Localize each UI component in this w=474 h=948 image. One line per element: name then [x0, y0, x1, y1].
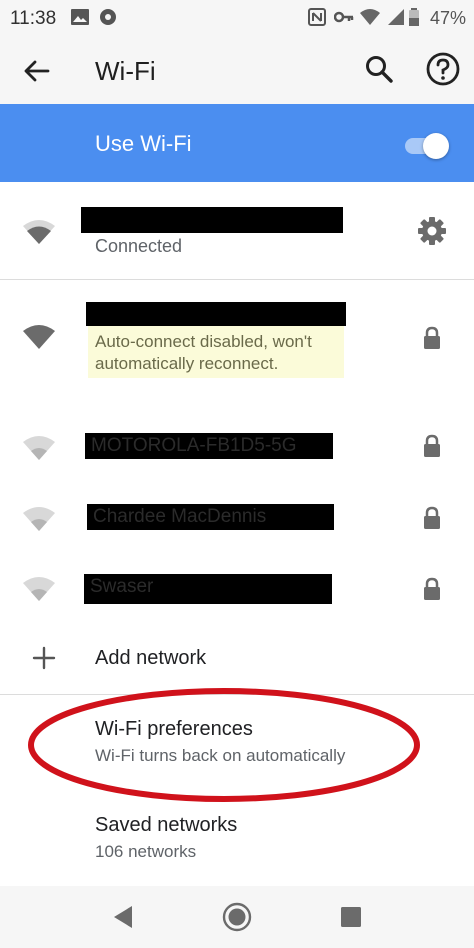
saved-networks-title: Saved networks — [95, 814, 238, 836]
gear-icon[interactable] — [416, 215, 448, 247]
network-name: MOTOROLA-FB1D5-5G — [91, 435, 297, 456]
wifi-signal-icon — [23, 507, 55, 531]
status-bar: 11:38 47% — [0, 0, 474, 36]
nfc-icon — [308, 8, 326, 26]
image-icon — [71, 9, 89, 25]
lock-icon — [424, 326, 440, 349]
wifi-signal-icon — [23, 325, 55, 349]
page-title: Wi-Fi — [95, 56, 156, 86]
search-icon[interactable] — [362, 52, 396, 86]
nav-home-icon[interactable] — [222, 902, 252, 932]
lock-icon — [424, 434, 440, 457]
autoconnect-disabled-note: Auto-connect disabled, won't automatical… — [88, 326, 344, 378]
wifi-signal-icon — [23, 436, 55, 460]
help-icon[interactable] — [424, 50, 462, 88]
network-name: Chardee MacDennis — [93, 506, 267, 527]
use-wifi-row[interactable]: Use Wi-Fi — [0, 104, 474, 182]
nav-back-icon[interactable] — [112, 904, 134, 930]
network-name: Swaser — [90, 576, 154, 597]
key-icon — [334, 11, 354, 23]
lock-icon — [424, 577, 440, 600]
wifi-signal-icon — [23, 220, 55, 244]
battery-icon — [409, 8, 419, 26]
saved-networks-count: 106 networks — [95, 842, 197, 861]
battery-percent: 47% — [429, 8, 466, 28]
network-name — [81, 209, 87, 230]
network-status: Connected — [95, 236, 183, 256]
add-network-label: Add network — [95, 647, 207, 669]
status-time: 11:38 — [10, 8, 57, 29]
network-name-redacted: Swaser — [84, 574, 332, 604]
divider — [0, 279, 474, 280]
lock-icon — [424, 506, 440, 529]
wifi-status-icon — [360, 9, 380, 25]
network-name-redacted: MOTOROLA-FB1D5-5G — [85, 433, 333, 459]
network-name-redacted: Chardee MacDennis — [87, 504, 334, 530]
use-wifi-label: Use Wi-Fi — [95, 131, 192, 156]
use-wifi-toggle-thumb[interactable] — [423, 133, 449, 159]
network-name — [86, 304, 92, 325]
wifi-signal-icon — [23, 577, 55, 601]
network-name-redacted — [81, 207, 343, 233]
app-bar: Wi-Fi — [0, 36, 474, 104]
gear-badge-icon — [100, 9, 116, 25]
plus-icon — [32, 646, 56, 670]
signal-icon — [388, 9, 404, 25]
back-arrow-icon[interactable] — [20, 54, 54, 88]
network-name-redacted — [86, 302, 346, 326]
navigation-bar — [0, 886, 474, 948]
nav-recents-icon[interactable] — [340, 906, 362, 928]
highlight-ellipse — [28, 688, 420, 802]
